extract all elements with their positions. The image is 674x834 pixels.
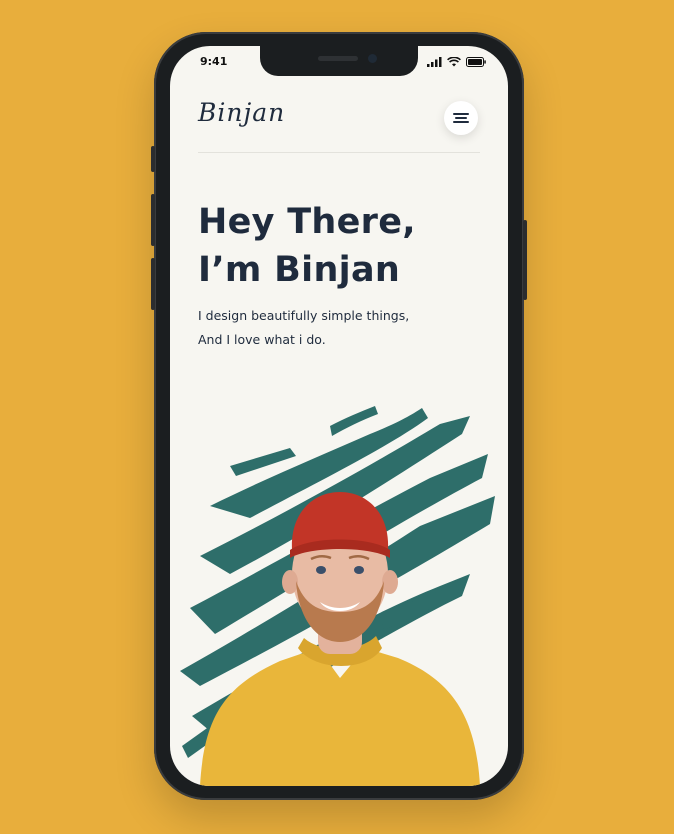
hero-subtitle-line-1: I design beautifully simple things, bbox=[198, 308, 410, 323]
front-camera bbox=[368, 54, 377, 63]
hero-title: Hey There, I’m Binjan bbox=[198, 198, 416, 294]
phone-frame: 9:41 Binjan Hey There, I’m Binjan I desi… bbox=[151, 32, 527, 800]
site-logo[interactable]: Binjan bbox=[198, 98, 285, 127]
hero-title-line-1: Hey There, bbox=[198, 202, 416, 242]
battery-icon bbox=[466, 57, 486, 67]
status-time: 9:41 bbox=[200, 55, 228, 68]
status-icons bbox=[427, 57, 486, 67]
hero-subtitle-line-2: And I love what i do. bbox=[198, 332, 326, 347]
signal-icon bbox=[427, 57, 442, 67]
phone-screen: 9:41 Binjan Hey There, I’m Binjan I desi… bbox=[170, 46, 508, 786]
hero-subtitle: I design beautifully simple things, And … bbox=[198, 304, 409, 352]
menu-button[interactable] bbox=[444, 101, 478, 135]
hero-artwork bbox=[180, 406, 495, 786]
wifi-icon bbox=[447, 57, 461, 67]
volume-down-button bbox=[151, 258, 155, 310]
header-divider bbox=[198, 152, 480, 153]
speaker bbox=[318, 56, 358, 61]
hero-title-line-2: I’m Binjan bbox=[198, 250, 401, 290]
power-button bbox=[523, 220, 527, 300]
volume-up-button bbox=[151, 194, 155, 246]
silent-switch bbox=[151, 146, 155, 172]
notch bbox=[260, 46, 418, 76]
